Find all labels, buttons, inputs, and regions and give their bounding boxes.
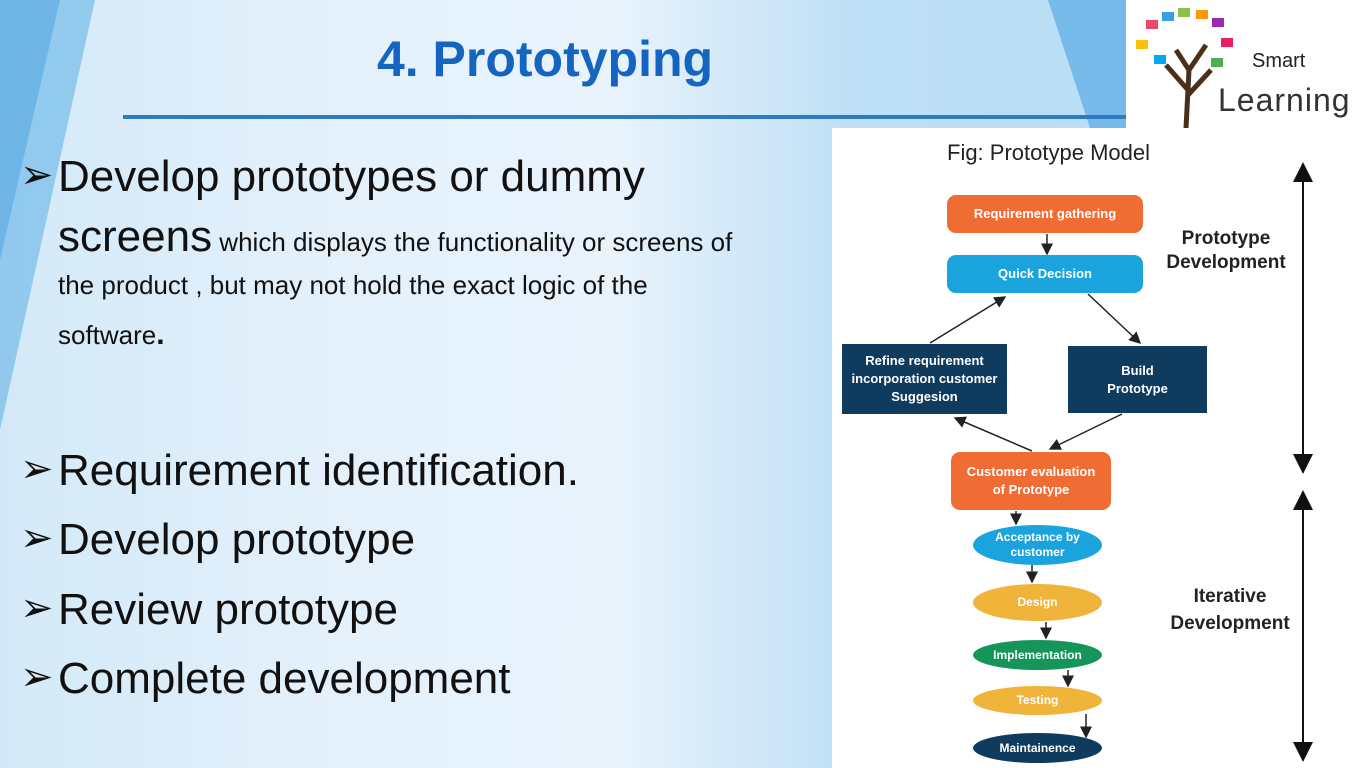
bullet-main-line2: screens which displays the functionality… xyxy=(58,212,733,261)
node-implementation: Implementation xyxy=(973,640,1102,670)
logo-text-learning: Learning xyxy=(1218,82,1351,118)
bullet-main-line3: the product , but may not hold the exact… xyxy=(58,270,648,300)
bullet-step: ➢ Develop prototype xyxy=(20,515,416,564)
label-iterative-development: Iterative Development xyxy=(1170,586,1290,634)
node-quick-decision: Quick Decision xyxy=(947,255,1143,293)
node-build-prototype: Build Prototype xyxy=(1068,346,1207,413)
title-underline xyxy=(123,115,1126,119)
node-maintainence: Maintainence xyxy=(973,733,1102,763)
bullet-marker: ➢ xyxy=(20,153,54,197)
logo-text-smart: Smart xyxy=(1252,50,1306,72)
label-prototype-development: Prototype Development xyxy=(1166,228,1286,273)
node-design: Design xyxy=(973,584,1102,621)
bullet-main-line4: software. xyxy=(58,318,165,351)
bullet-step: ➢ Review prototype xyxy=(20,585,398,634)
node-acceptance-by-customer: Acceptance by customer xyxy=(973,525,1102,565)
bullet-step: ➢ Requirement identification. xyxy=(20,446,579,495)
bullet-step: ➢ Complete development xyxy=(20,654,511,703)
node-refine-requirement: Refine requirement incorporation custome… xyxy=(842,344,1007,414)
node-requirement-gathering: Requirement gathering xyxy=(947,195,1143,233)
slide-title: 4. Prototyping xyxy=(376,31,714,87)
node-testing: Testing xyxy=(973,686,1102,715)
node-customer-evaluation: Customer evaluation of Prototype xyxy=(951,452,1111,510)
figure-caption: Fig: Prototype Model xyxy=(947,140,1150,165)
bullet-main-line1: ➢ Develop prototypes or dummy xyxy=(20,152,645,201)
